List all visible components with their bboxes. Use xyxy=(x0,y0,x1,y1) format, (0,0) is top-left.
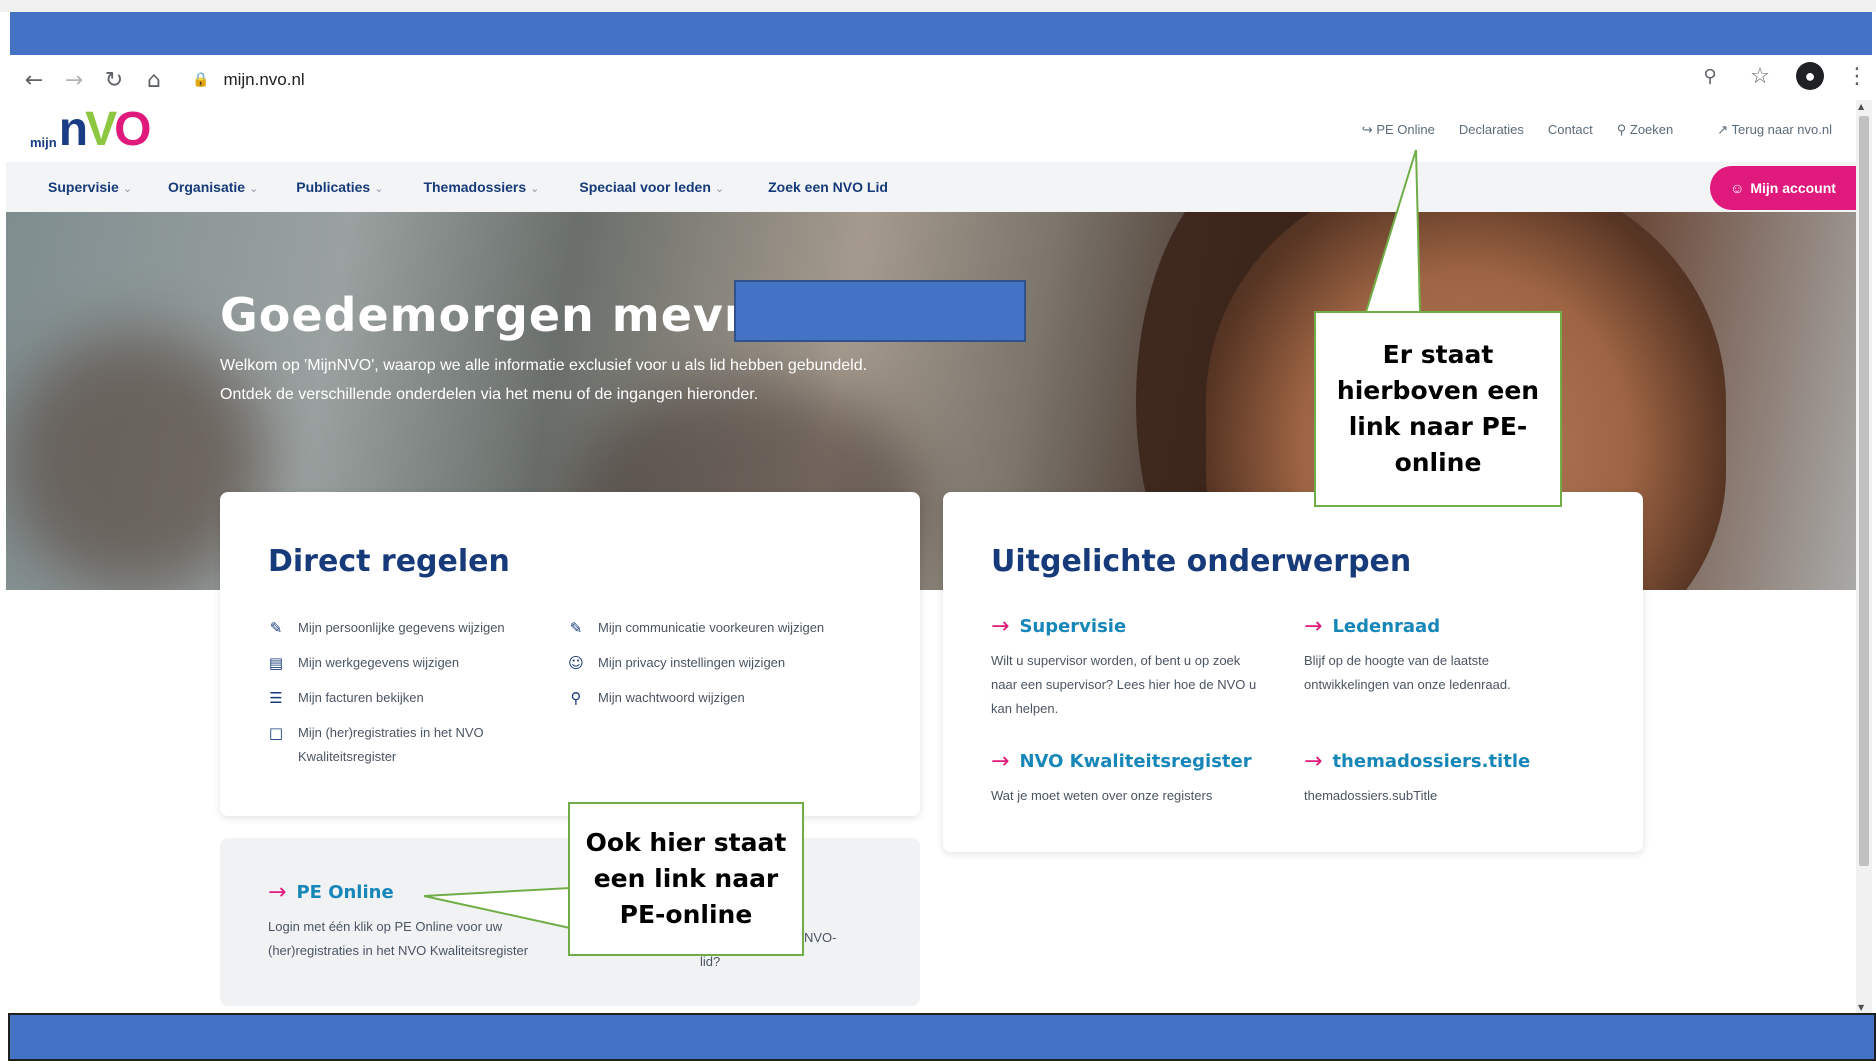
callout-pointers xyxy=(423,149,1422,930)
callout-top-line: Er staat xyxy=(1382,340,1494,369)
redaction-bar-bottom xyxy=(8,1013,1876,1061)
scroll-down-icon[interactable]: ▼ xyxy=(1858,1003,1864,1012)
callout-bottom-line: Ook hier staat xyxy=(585,828,787,857)
callout-bottom: Ook hier staat een link naar PE-online xyxy=(568,802,804,956)
callout-bottom-line: PE-online xyxy=(619,900,753,929)
callout-top-pointer xyxy=(1364,149,1422,313)
callout-bottom-line: een link naar xyxy=(593,864,779,893)
scroll-up-icon[interactable]: ▲ xyxy=(1858,102,1864,111)
callout-bottom-pointer xyxy=(423,886,571,930)
scroll-thumb[interactable] xyxy=(1859,116,1869,866)
callout-top-line: online xyxy=(1394,448,1482,477)
callout-top: Er staat hierboven een link naar PE- onl… xyxy=(1314,311,1562,507)
callout-top-line: link naar PE- xyxy=(1348,412,1528,441)
callout-top-line: hierboven een xyxy=(1336,376,1540,405)
page-scrollbar[interactable]: ▲ ▼ xyxy=(1856,100,1872,1014)
